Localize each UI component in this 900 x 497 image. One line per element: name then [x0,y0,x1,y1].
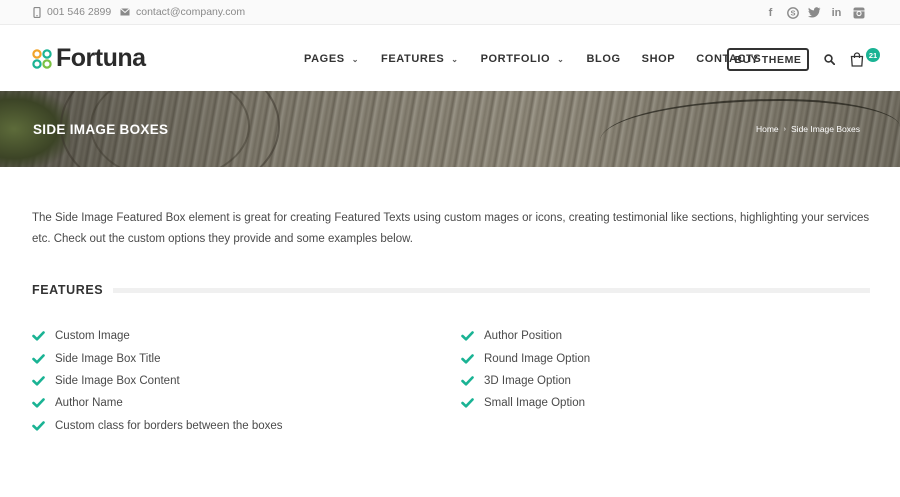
checkmark-icon [32,420,45,431]
feature-label: Custom class for borders between the box… [55,419,283,432]
nav-item-shop[interactable]: SHOP [642,53,676,65]
instagram-icon[interactable] [852,6,865,19]
features-heading: FEATURES [32,283,870,297]
intro-paragraph: The Side Image Featured Box element is g… [32,212,870,245]
svg-text:S: S [790,8,795,17]
chevron-down-icon: ⌄ [351,54,360,64]
main-header: Fortuna PAGES ⌄ FEATURES ⌄ PORTFOLIO ⌄ B… [0,25,900,91]
checkmark-icon [32,398,45,408]
chevron-right-icon: › [783,125,787,133]
skype-icon[interactable]: S [786,6,799,19]
feature-label: Side Image Box Content [55,374,180,387]
nav-label: PAGES [304,53,345,65]
facebook-icon[interactable]: f [764,6,777,19]
features-list-left: Custom Image Side Image Box Title Side I… [32,325,283,437]
nav-item-portfolio[interactable]: PORTFOLIO ⌄ [481,53,565,65]
buy-theme-button[interactable]: BUY THEME [727,48,809,71]
phone-contact[interactable]: 001 546 2899 [33,6,111,18]
feature-label: Author Position [484,330,562,343]
list-item: Side Image Box Title [32,347,283,369]
email-contact[interactable]: contact@company.com [120,6,245,18]
cart-count-badge: 21 [866,48,880,62]
top-bar: 001 546 2899 contact@company.com f S in [0,0,900,25]
nav-label: FEATURES [381,53,445,65]
nav-item-features[interactable]: FEATURES ⌄ [381,53,459,65]
nav-item-blog[interactable]: BLOG [586,53,620,65]
page-title: SIDE IMAGE BOXES [33,122,169,137]
email-address: contact@company.com [136,6,246,18]
nav-label: SHOP [641,53,676,65]
list-item: Author Position [461,325,590,347]
nav-label: PORTFOLIO [480,53,551,65]
checkmark-icon [32,353,45,364]
phone-icon [33,6,41,18]
checkmark-icon [32,331,45,341]
feature-label: Small Image Option [484,397,585,410]
feature-label: Author Name [55,397,123,410]
main-nav: PAGES ⌄ FEATURES ⌄ PORTFOLIO ⌄ BLOG SHOP… [304,53,761,65]
breadcrumb: Home › Side Image Boxes [756,124,860,134]
site-logo[interactable]: Fortuna [32,44,146,73]
checkmark-icon [461,398,474,408]
heading-divider [113,287,870,293]
chevron-down-icon: ⌄ [557,54,565,64]
checkmark-icon [461,353,474,364]
shopping-bag-icon[interactable] [850,52,864,67]
feature-label: 3D Image Option [484,374,571,387]
envelope-icon [120,8,130,16]
feature-label: Round Image Option [484,352,591,365]
nav-item-pages[interactable]: PAGES ⌄ [304,53,359,65]
features-title: FEATURES [32,283,104,297]
features-list-right: Author Position Round Image Option 3D Im… [461,325,590,415]
feature-label: Side Image Box Title [55,352,161,365]
logo-text: Fortuna [56,44,146,72]
social-links: f S in [764,6,865,19]
list-item: Round Image Option [461,347,590,369]
feature-label: Custom Image [55,330,130,343]
search-icon[interactable] [824,54,835,65]
phone-number: 001 546 2899 [47,6,112,18]
nav-label: BLOG [586,53,621,65]
list-item: Side Image Box Content [32,370,283,392]
checkmark-icon [461,376,474,386]
checkmark-icon [32,376,45,386]
list-item: 3D Image Option [461,370,590,392]
list-item: Author Name [32,392,283,414]
chevron-down-icon: ⌄ [451,54,459,64]
logo-icon [32,48,52,69]
breadcrumb-home[interactable]: Home [756,124,779,134]
twitter-icon[interactable] [808,6,821,19]
list-item: Small Image Option [461,392,590,414]
breadcrumb-current: Side Image Boxes [791,124,860,134]
checkmark-icon [461,331,474,341]
linkedin-icon[interactable]: in [830,6,843,19]
list-item: Custom class for borders between the box… [32,415,283,437]
list-item: Custom Image [32,325,283,347]
page-title-banner: SIDE IMAGE BOXES Home › Side Image Boxes [0,91,900,167]
